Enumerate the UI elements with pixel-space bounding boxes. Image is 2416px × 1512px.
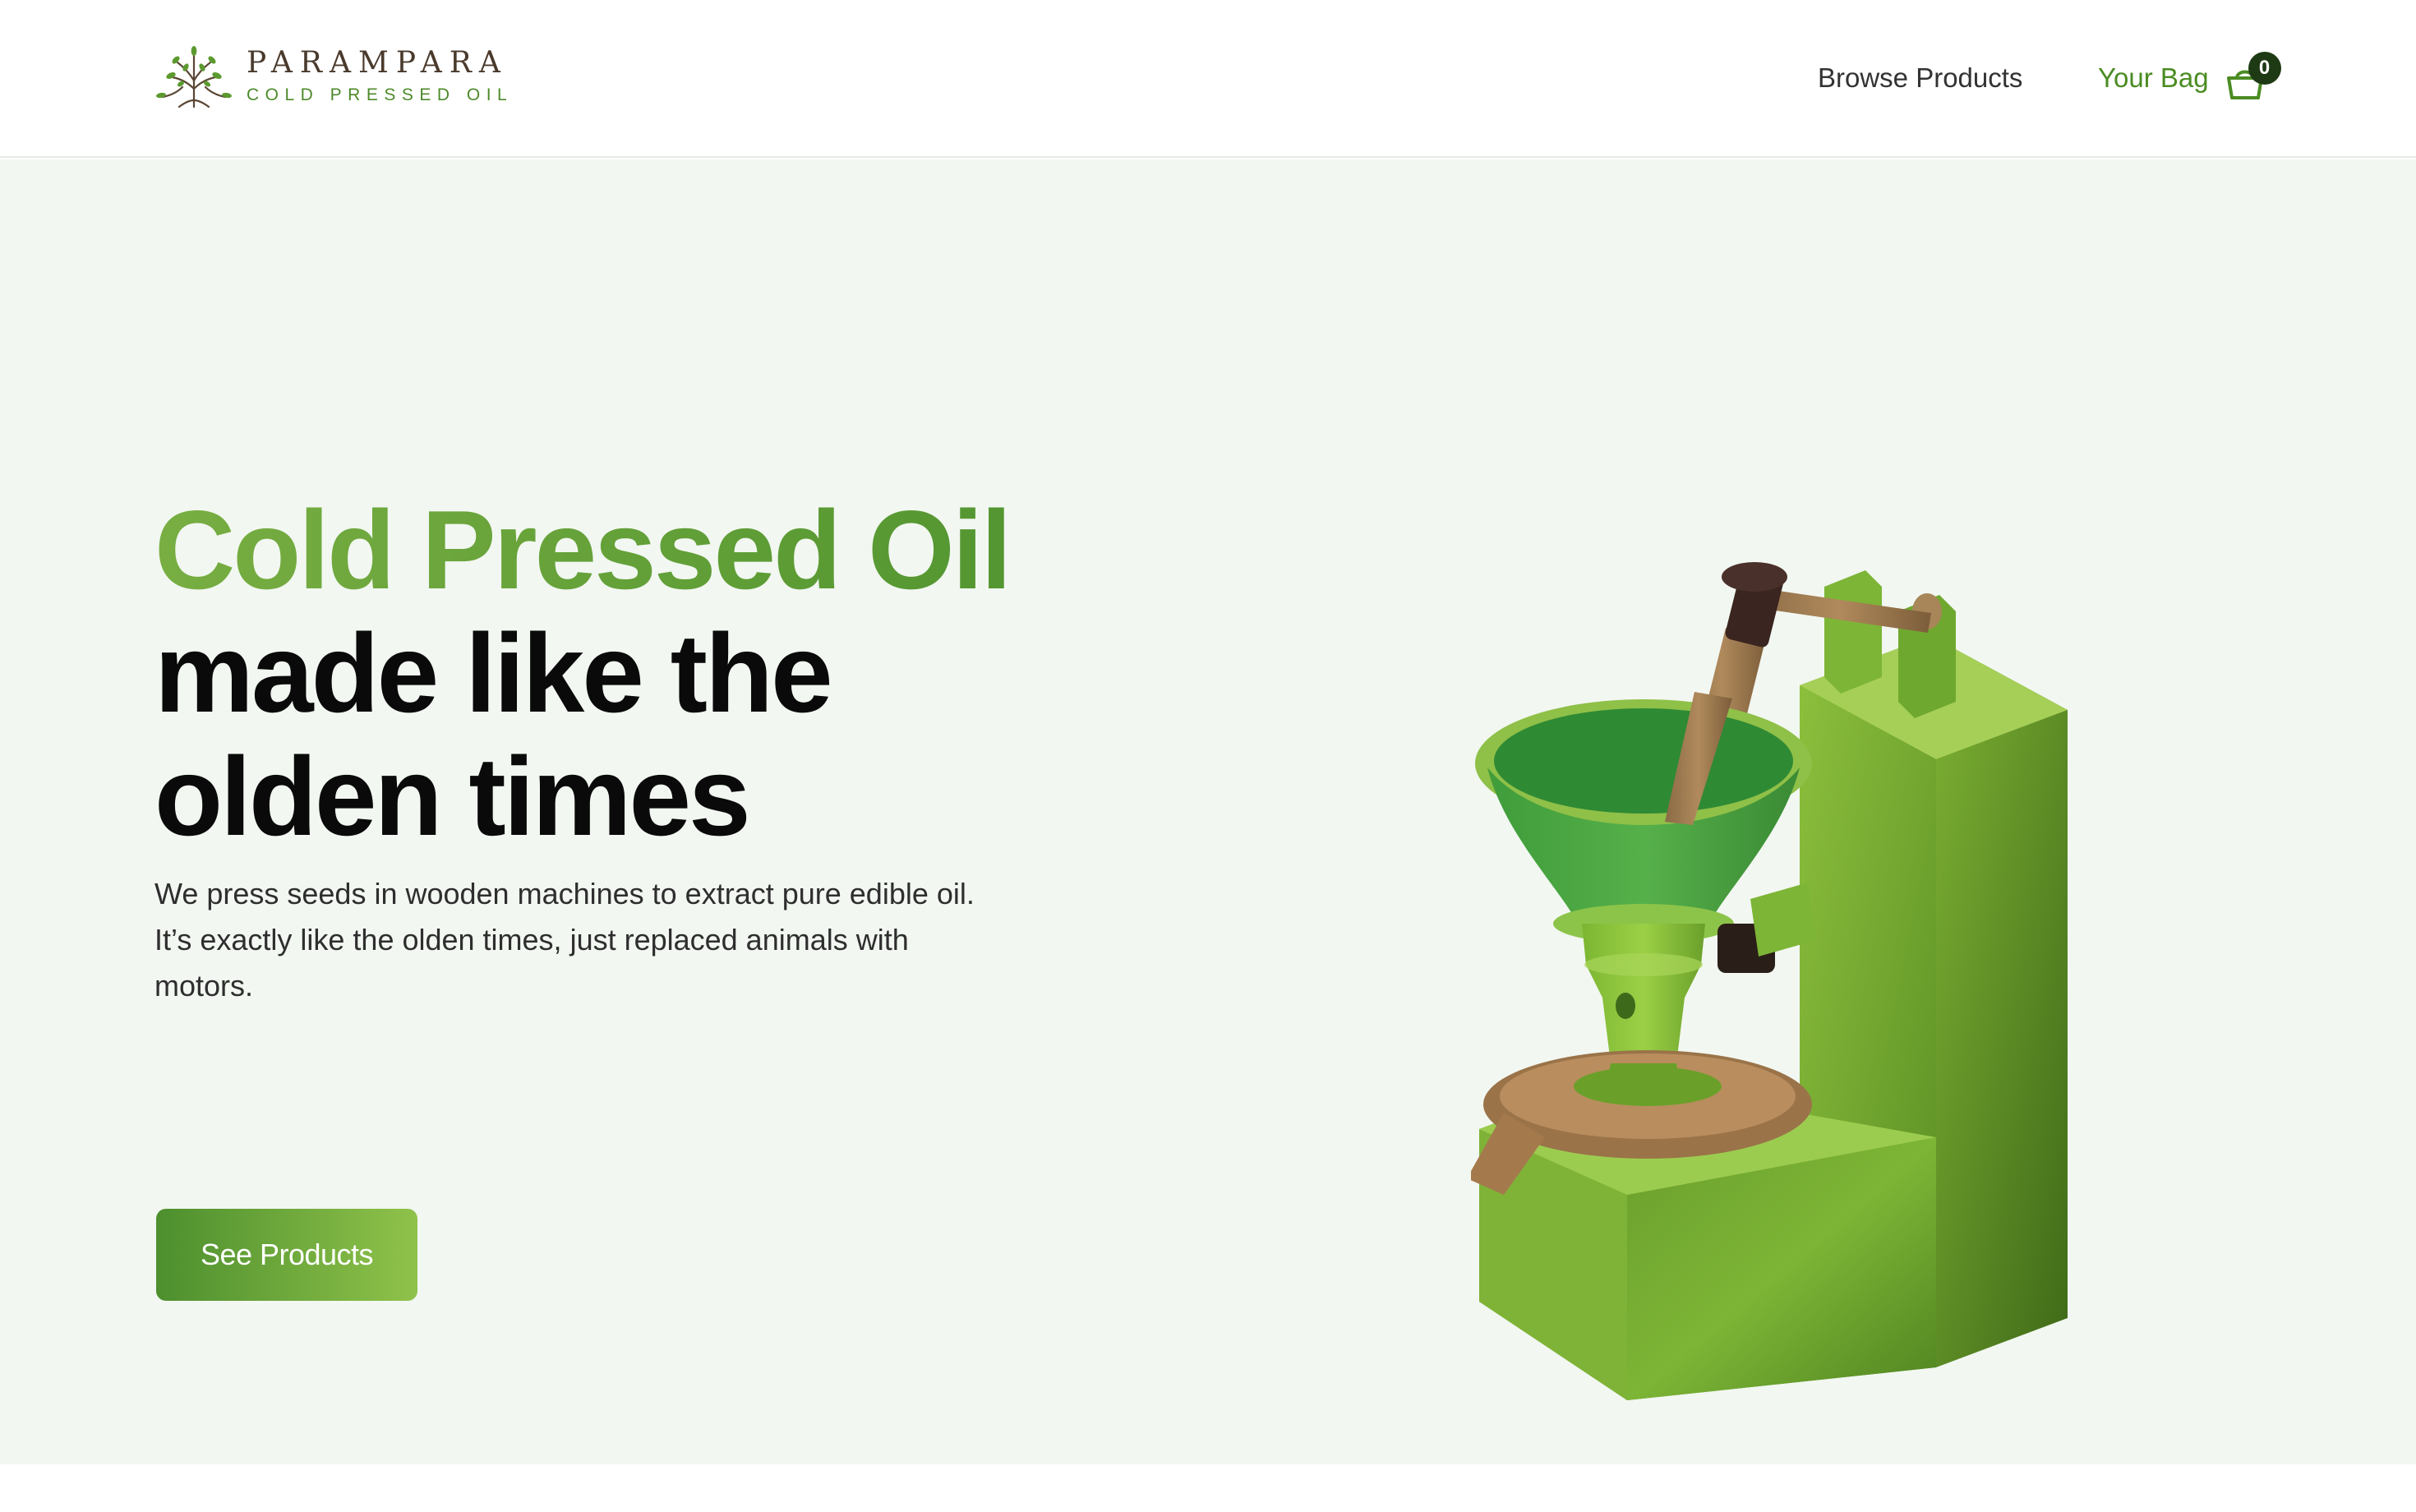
- bag-icon-wrap: 0: [2224, 52, 2281, 101]
- bag-label: Your Bag: [2098, 62, 2209, 93]
- headline-line-3: olden times: [154, 734, 751, 859]
- tree-icon: [156, 46, 232, 108]
- headline-line-2: made like the: [154, 611, 833, 735]
- nav-bag-button[interactable]: Your Bag 0: [2098, 49, 2281, 107]
- headline-highlight: Cold Pressed Oil: [154, 488, 1141, 611]
- brand-logo[interactable]: PARAMPARA COLD PRESSED OIL: [154, 43, 513, 110]
- hero-description: We press seeds in wooden machines to ext…: [154, 877, 975, 1003]
- site-header: PARAMPARA COLD PRESSED OIL Browse Produc…: [0, 0, 2416, 158]
- brand-text: PARAMPARA COLD PRESSED OIL: [247, 46, 513, 107]
- see-products-button[interactable]: See Products: [156, 1209, 417, 1301]
- nav-browse-products-link[interactable]: Browse Products: [1818, 61, 2022, 95]
- oil-press-machine-illustration: [1471, 562, 2068, 1400]
- page-bottom-strip: [0, 1464, 2416, 1512]
- hero-section: Cold Pressed Oil made like the olden tim…: [0, 159, 2416, 1464]
- brand-name: PARAMPARA: [247, 46, 508, 80]
- hero-headline: Cold Pressed Oil made like the olden tim…: [154, 488, 1141, 858]
- brand-tagline: COLD PRESSED OIL: [247, 85, 514, 104]
- bag-count-badge: 0: [2248, 52, 2281, 85]
